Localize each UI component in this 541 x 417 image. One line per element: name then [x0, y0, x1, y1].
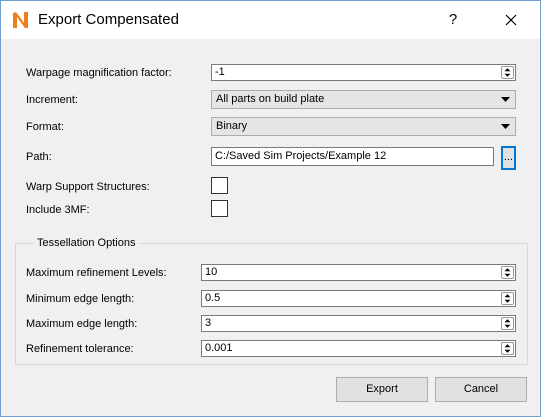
dialog-title: Export Compensated: [38, 11, 179, 28]
help-button[interactable]: ?: [441, 8, 465, 32]
spin-arrows-icon[interactable]: [501, 317, 514, 330]
min-edge-label: Minimum edge length:: [26, 293, 135, 305]
include-3mf-label: Include 3MF:: [26, 204, 90, 216]
max-edge-value: 3: [205, 317, 212, 329]
max-levels-spinbox[interactable]: 10: [201, 264, 516, 281]
chevron-down-icon: [501, 124, 510, 129]
increment-label: Increment:: [26, 94, 78, 106]
cancel-button[interactable]: Cancel: [435, 377, 527, 402]
warp-support-label: Warp Support Structures:: [26, 181, 150, 193]
export-button[interactable]: Export: [336, 377, 428, 402]
tolerance-spinbox[interactable]: 0.001: [201, 340, 516, 357]
tolerance-value: 0.001: [205, 342, 233, 354]
min-edge-spinbox[interactable]: 0.5: [201, 290, 516, 307]
spin-arrows-icon[interactable]: [501, 266, 514, 279]
path-input[interactable]: C:/Saved Sim Projects/Example 12: [211, 147, 494, 166]
spin-arrows-icon[interactable]: [501, 66, 514, 79]
format-label: Format:: [26, 121, 64, 133]
format-dropdown[interactable]: Binary: [211, 117, 516, 136]
increment-value: All parts on build plate: [216, 93, 325, 105]
min-edge-value: 0.5: [205, 292, 221, 304]
path-label: Path:: [26, 151, 52, 163]
include-3mf-checkbox[interactable]: [211, 200, 228, 217]
format-value: Binary: [216, 120, 248, 132]
increment-dropdown[interactable]: All parts on build plate: [211, 90, 516, 109]
tessellation-title: Tessellation Options: [33, 236, 140, 250]
max-edge-label: Maximum edge length:: [26, 318, 138, 330]
warpage-value: -1: [215, 66, 225, 78]
tolerance-label: Refinement tolerance:: [26, 343, 134, 355]
app-logo-icon: [12, 11, 29, 29]
max-edge-spinbox[interactable]: 3: [201, 315, 516, 332]
spin-arrows-icon[interactable]: [501, 342, 514, 355]
max-levels-value: 10: [205, 266, 218, 278]
spin-arrows-icon[interactable]: [501, 292, 514, 305]
title-bar: Export Compensated ?: [1, 1, 540, 39]
chevron-down-icon: [501, 97, 510, 102]
warpage-spinbox[interactable]: -1: [211, 64, 516, 81]
path-value: C:/Saved Sim Projects/Example 12: [215, 150, 387, 162]
export-compensated-dialog: Export Compensated ? Warpage magnificati…: [0, 0, 541, 417]
close-icon[interactable]: [497, 8, 525, 32]
warpage-label: Warpage magnification factor:: [26, 67, 172, 79]
warp-support-checkbox[interactable]: [211, 177, 228, 194]
browse-button[interactable]: ...: [501, 146, 516, 170]
max-levels-label: Maximum refinement Levels:: [26, 267, 167, 279]
